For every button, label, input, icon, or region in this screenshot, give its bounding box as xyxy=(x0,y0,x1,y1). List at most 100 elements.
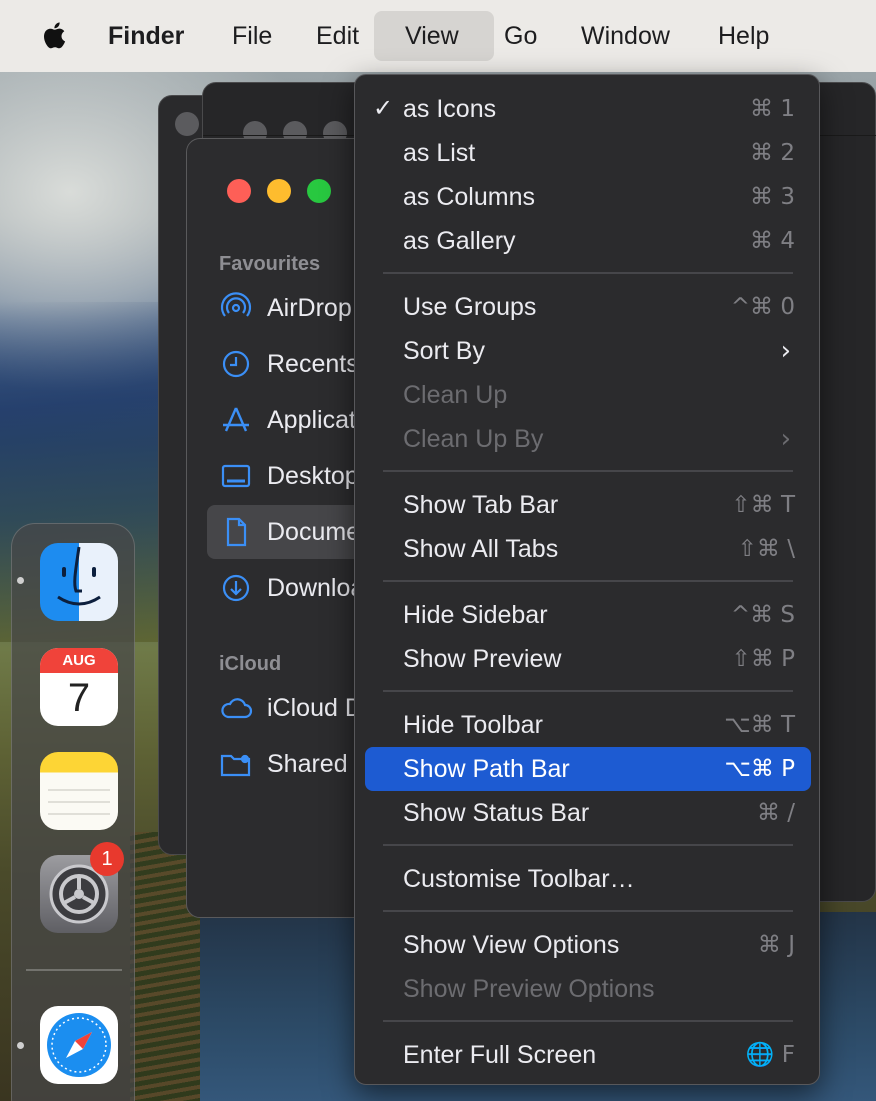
menu-item-label: Clean Up xyxy=(403,381,508,409)
menu-separator xyxy=(383,690,793,692)
menu-item-customise-toolbar[interactable]: Customise Toolbar… xyxy=(365,857,811,901)
menu-item-label: Show Path Bar xyxy=(403,755,570,783)
calendar-day: 7 xyxy=(67,676,91,720)
dock-calendar[interactable]: AUG 7 xyxy=(40,648,118,726)
menu-item-label: Hide Sidebar xyxy=(403,601,548,629)
menu-item-shortcut: ^⌘ 0 xyxy=(730,294,795,320)
menu-item-label: Show View Options xyxy=(403,931,620,959)
menu-item-label: Enter Full Screen xyxy=(403,1041,597,1069)
menu-item-label: Show Preview xyxy=(403,645,562,673)
apple-logo-icon[interactable] xyxy=(38,18,72,52)
dock-safari[interactable] xyxy=(40,1006,118,1084)
menu-item-show-tab-bar[interactable]: Show Tab Bar ⇧⌘ T xyxy=(365,483,811,527)
menu-item-shortcut: ⌘ J xyxy=(757,932,795,958)
chevron-right-icon: › xyxy=(780,424,791,454)
shared-folder-icon xyxy=(220,754,251,777)
menu-item-hide-toolbar[interactable]: Hide Toolbar ⌥⌘ T xyxy=(365,703,811,747)
compass-icon xyxy=(47,1013,111,1077)
menu-item-shortcut: ⌘ 2 xyxy=(750,140,795,166)
sidebar-heading-icloud: iCloud xyxy=(219,653,282,675)
dock-running-indicator xyxy=(17,577,24,584)
menu-item-sort-by[interactable]: Sort By › xyxy=(365,329,811,373)
menu-item-as-list[interactable]: as List ⌘ 2 xyxy=(365,131,811,175)
menu-item-label: Show Status Bar xyxy=(403,799,590,827)
finder-face-icon xyxy=(57,546,101,606)
calendar-month: AUG xyxy=(40,648,118,673)
menu-item-label: Show Tab Bar xyxy=(403,491,559,519)
sidebar-item-label: Shared xyxy=(267,749,348,778)
sidebar-item-label: Desktop xyxy=(267,461,359,490)
menu-item-label: as Icons xyxy=(403,95,497,123)
applications-icon xyxy=(223,407,249,432)
menu-item-shortcut: ⇧⌘ T xyxy=(731,492,795,518)
menu-item-label: Show Preview Options xyxy=(403,975,655,1003)
menu-item-label: Show All Tabs xyxy=(403,535,559,563)
menu-item-label: as Gallery xyxy=(403,227,516,255)
menu-item-show-all-tabs[interactable]: Show All Tabs ⇧⌘ \ xyxy=(365,527,811,571)
airdrop-icon xyxy=(220,292,252,317)
menu-item-show-preview-options: Show Preview Options xyxy=(365,967,811,1011)
menu-edit[interactable]: Edit xyxy=(316,20,359,52)
menu-item-use-groups[interactable]: Use Groups ^⌘ 0 xyxy=(365,285,811,329)
dock: AUG 7 1 xyxy=(11,523,135,1101)
sidebar-heading-favourites: Favourites xyxy=(219,253,321,275)
menu-separator xyxy=(383,844,793,846)
menu-help[interactable]: Help xyxy=(718,20,769,52)
chevron-right-icon: › xyxy=(780,336,791,366)
menu-item-label: Sort By xyxy=(403,337,485,365)
menu-view[interactable]: View xyxy=(405,20,459,52)
view-menu-dropdown: ✓ as Icons ⌘ 1 as List ⌘ 2 as Columns ⌘ … xyxy=(354,74,820,1085)
menu-separator xyxy=(383,580,793,582)
menu-item-clean-up: Clean Up xyxy=(365,373,811,417)
menu-item-as-gallery[interactable]: as Gallery ⌘ 4 xyxy=(365,219,811,263)
menu-separator xyxy=(383,470,793,472)
menu-item-label: as List xyxy=(403,139,476,167)
menu-finder[interactable]: Finder xyxy=(108,20,184,52)
dock-running-indicator xyxy=(17,1042,24,1049)
menu-item-shortcut: ⌘ 4 xyxy=(750,228,795,254)
notes-lines-icon xyxy=(48,789,110,815)
menu-item-shortcut: ⌥⌘ T xyxy=(724,712,795,738)
menu-item-shortcut: 🌐 F xyxy=(745,1042,795,1068)
menu-item-show-path-bar[interactable]: Show Path Bar ⌥⌘ P xyxy=(365,747,811,791)
menu-item-label: Hide Toolbar xyxy=(403,711,543,739)
notification-badge: 1 xyxy=(90,842,124,876)
dock-notes[interactable] xyxy=(40,752,118,830)
window-button-icon xyxy=(175,112,199,136)
menu-item-shortcut: ^⌘ S xyxy=(730,602,795,628)
menu-item-enter-full-screen[interactable]: Enter Full Screen 🌐 F xyxy=(365,1033,811,1077)
menu-separator xyxy=(383,272,793,274)
menu-item-clean-up-by: Clean Up By › xyxy=(365,417,811,461)
cloud-icon xyxy=(221,698,253,719)
clock-icon xyxy=(222,350,250,378)
menu-item-shortcut: ⌘ / xyxy=(756,800,795,826)
menu-item-show-preview[interactable]: Show Preview ⇧⌘ P xyxy=(365,637,811,681)
menu-separator xyxy=(383,910,793,912)
menu-item-label: Use Groups xyxy=(403,293,537,321)
menu-item-show-view-options[interactable]: Show View Options ⌘ J xyxy=(365,923,811,967)
menu-item-shortcut: ⌘ 1 xyxy=(750,96,795,122)
menu-file[interactable]: File xyxy=(232,20,272,52)
document-icon xyxy=(226,517,247,547)
close-button[interactable] xyxy=(227,179,251,203)
menu-window[interactable]: Window xyxy=(581,20,670,52)
dock-divider xyxy=(26,969,122,971)
menu-item-as-columns[interactable]: as Columns ⌘ 3 xyxy=(365,175,811,219)
desktop-icon xyxy=(221,464,251,488)
sidebar-item-label: AirDrop xyxy=(267,293,352,322)
zoom-button[interactable] xyxy=(307,179,331,203)
menu-item-as-icons[interactable]: ✓ as Icons ⌘ 1 xyxy=(365,87,811,131)
menu-item-hide-sidebar[interactable]: Hide Sidebar ^⌘ S xyxy=(365,593,811,637)
menu-item-shortcut: ⇧⌘ \ xyxy=(737,536,795,562)
dock-finder[interactable] xyxy=(40,543,118,621)
menu-go[interactable]: Go xyxy=(504,20,537,52)
menu-separator xyxy=(383,1020,793,1022)
menu-item-shortcut: ⌘ 3 xyxy=(750,184,795,210)
menu-bar: Finder File Edit View Go Window Help xyxy=(0,0,876,72)
download-icon xyxy=(222,574,250,602)
minimize-button[interactable] xyxy=(267,179,291,203)
menu-item-label: Customise Toolbar… xyxy=(403,865,635,893)
menu-item-shortcut: ⌥⌘ P xyxy=(724,756,795,782)
sidebar-item-label: Recents xyxy=(267,349,359,378)
menu-item-show-status-bar[interactable]: Show Status Bar ⌘ / xyxy=(365,791,811,835)
